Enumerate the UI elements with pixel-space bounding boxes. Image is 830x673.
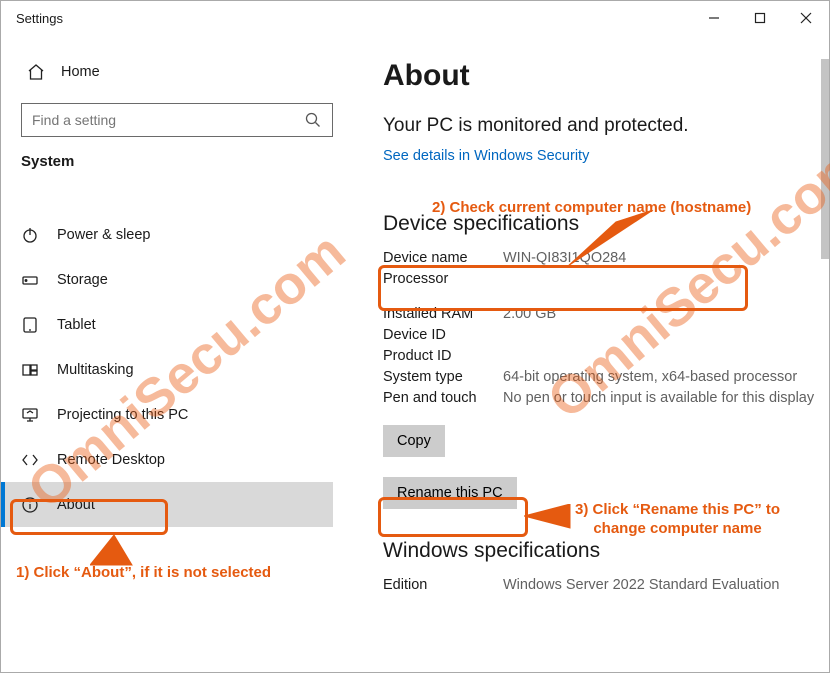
nav-label: Storage: [57, 272, 108, 288]
about-icon: [21, 496, 39, 514]
sidebar-group-label: System: [21, 153, 333, 184]
windows-spec-heading: Windows specifications: [383, 539, 819, 563]
spec-label: Device ID: [383, 327, 503, 343]
scroll-thumb[interactable]: [821, 59, 829, 259]
protection-subtitle: Your PC is monitored and protected.: [383, 115, 819, 137]
spec-value: No pen or touch input is available for t…: [503, 390, 819, 406]
multitasking-icon: [21, 361, 39, 379]
search-input[interactable]: [32, 112, 304, 128]
sidebar-item-about[interactable]: About: [1, 482, 333, 527]
sidebar-item-power-sleep[interactable]: Power & sleep: [1, 212, 333, 257]
spec-system-type: System type 64-bit operating system, x64…: [383, 369, 819, 385]
nav-label: Power & sleep: [57, 227, 151, 243]
spec-label: Edition: [383, 577, 503, 593]
power-icon: [21, 226, 39, 244]
nav-label: Multitasking: [57, 362, 134, 378]
minimize-button[interactable]: [691, 1, 737, 35]
spec-ram: Installed RAM 2.00 GB: [383, 306, 819, 322]
projecting-icon: [21, 406, 39, 424]
security-details-link[interactable]: See details in Windows Security: [383, 148, 589, 164]
home-icon: [27, 63, 45, 81]
spec-device-name: Device name WIN-QI83I1QO284: [383, 250, 819, 266]
spec-product-id: Product ID: [383, 348, 819, 364]
spec-pen-touch: Pen and touch No pen or touch input is a…: [383, 390, 819, 406]
spec-label: Device name: [383, 250, 503, 266]
spec-device-id: Device ID: [383, 327, 819, 343]
page-title: About: [383, 59, 819, 93]
rename-pc-button[interactable]: Rename this PC: [383, 477, 517, 509]
scrollbar[interactable]: [821, 59, 829, 672]
maximize-button[interactable]: [737, 1, 783, 35]
search-icon: [304, 111, 322, 129]
spec-value: 2.00 GB: [503, 306, 819, 322]
spec-label: System type: [383, 369, 503, 385]
close-button[interactable]: [783, 1, 829, 35]
spec-value: Windows Server 2022 Standard Evaluation: [503, 577, 819, 593]
spec-label: Installed RAM: [383, 306, 503, 322]
nav-label: Remote Desktop: [57, 452, 165, 468]
device-spec-heading: Device specifications: [383, 212, 819, 236]
copy-button[interactable]: Copy: [383, 425, 445, 457]
window-title: Settings: [16, 11, 63, 26]
tablet-icon: [21, 316, 39, 334]
storage-icon: [21, 271, 39, 289]
device-name-value: WIN-QI83I1QO284: [503, 250, 819, 266]
titlebar: Settings: [1, 1, 829, 35]
remote-desktop-icon: [21, 451, 39, 469]
spec-processor: Processor: [383, 271, 819, 287]
spec-label: Processor: [383, 271, 503, 287]
nav-label: Tablet: [57, 317, 96, 333]
spec-edition: Edition Windows Server 2022 Standard Eva…: [383, 577, 819, 593]
home-label: Home: [61, 64, 100, 80]
nav-label: Projecting to this PC: [57, 407, 188, 423]
spec-label: Pen and touch: [383, 390, 503, 406]
search-box[interactable]: [21, 103, 333, 137]
sidebar-home[interactable]: Home: [21, 45, 333, 99]
nav-label: About: [57, 497, 95, 513]
sidebar-item-multitasking[interactable]: Multitasking: [1, 347, 333, 392]
sidebar: Home System Power & sleep: [1, 35, 353, 672]
sidebar-item-remote-desktop[interactable]: Remote Desktop: [1, 437, 333, 482]
sidebar-item-projecting[interactable]: Projecting to this PC: [1, 392, 333, 437]
main-content: About Your PC is monitored and protected…: [353, 35, 829, 672]
sidebar-item-tablet[interactable]: Tablet: [1, 302, 333, 347]
sidebar-item-storage[interactable]: Storage: [1, 257, 333, 302]
spec-value: 64-bit operating system, x64-based proce…: [503, 369, 819, 385]
spec-label: Product ID: [383, 348, 503, 364]
